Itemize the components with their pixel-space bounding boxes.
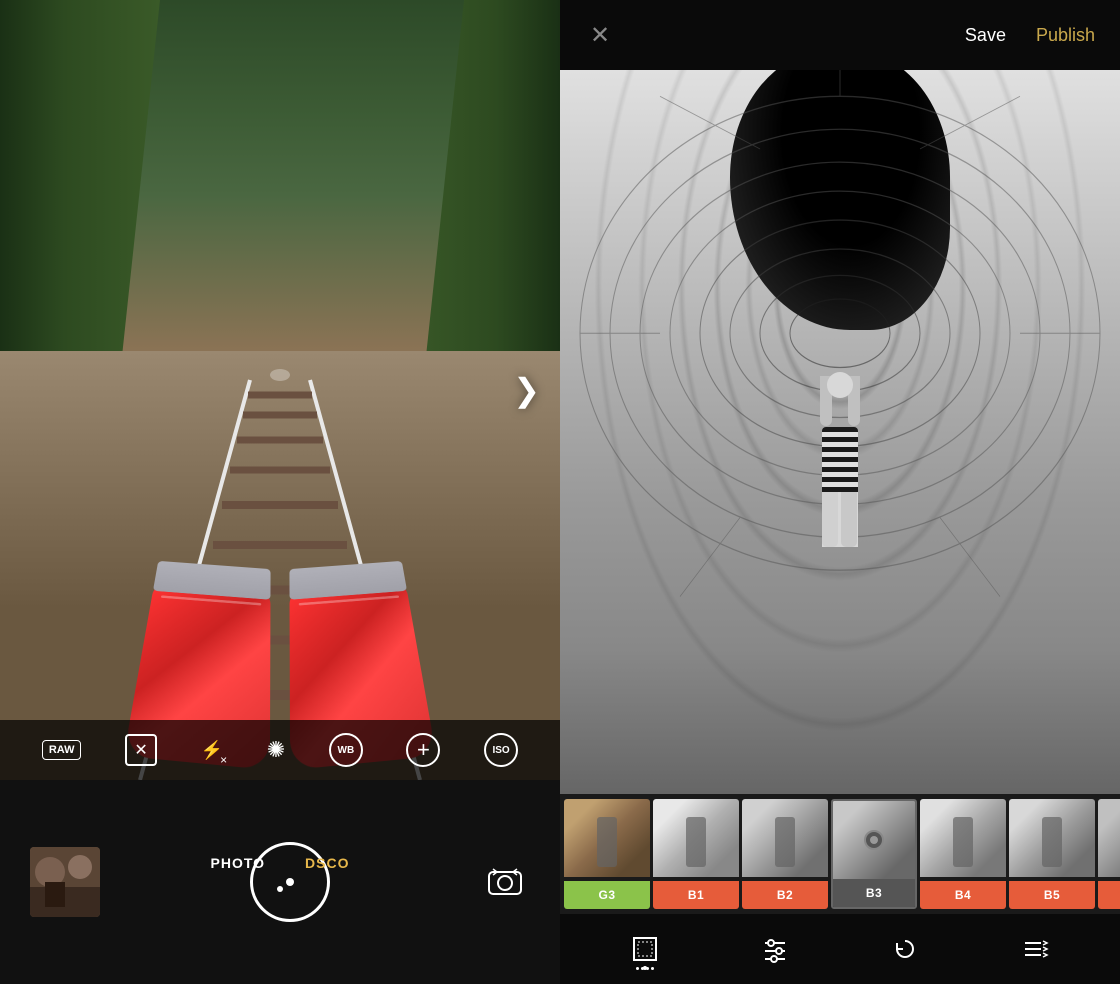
filter-strip: G3 B1 B2 B3 [560,794,1120,914]
sliders-icon [761,935,789,963]
filter-b6-label: B6 [1098,881,1120,909]
save-button[interactable]: Save [965,25,1006,46]
frame-dots [636,967,654,970]
figure-striped-top [822,427,858,492]
filter-b3[interactable]: B3 [831,799,917,909]
filter-b4-thumb [920,799,1006,877]
filter-b1-figure [686,817,706,867]
sun-rays-icon: ✺ [267,737,285,763]
filter-b5-label: B5 [1009,881,1095,909]
filter-b2-label: B2 [742,881,828,909]
raw-button[interactable]: RAW [42,740,82,760]
filter-g3[interactable]: G3 [564,799,650,909]
filter-b6-thumb [1098,799,1120,877]
editor-image-area [560,70,1120,794]
filter-b5-figure [1042,817,1062,867]
figure-legs [822,492,858,547]
presets-tool-button[interactable] [1010,924,1060,974]
filter-b4[interactable]: B4 [920,799,1006,909]
filter-g3-label: G3 [564,881,650,909]
filter-b2-figure [775,817,795,867]
presets-icon [1021,935,1049,963]
edited-photo [560,70,1120,794]
filter-b4-label: B4 [920,881,1006,909]
camera-panel: ❯ RAW ✕ ⚡ ✺ WB + ISO [0,0,560,984]
camera-viewfinder: ❯ RAW ✕ ⚡ ✺ WB + ISO [0,0,560,780]
filter-b5[interactable]: B5 [1009,799,1095,909]
shutter-indicator [286,878,294,886]
camera-scene [0,0,560,780]
filter-b1-thumb [653,799,739,877]
dsco-mode-button[interactable]: DSCO [305,855,349,871]
selected-indicator [864,830,884,850]
iso-button[interactable]: ISO [484,733,518,767]
figure-head [827,372,853,398]
figure-left-leg [822,492,838,547]
filter-b3-label: B3 [833,879,915,907]
figure-girl [800,372,880,572]
editor-header: ✕ Save Publish [560,0,1120,70]
figure-head-area [824,372,856,432]
filter-b3-thumb [833,801,915,879]
camera-bottom-bar [0,780,560,984]
filter-b5-thumb [1009,799,1095,877]
frame-icon [631,935,659,963]
white-balance-button[interactable]: WB [329,733,363,767]
mode-dot-indicator [277,886,283,892]
exposure-button[interactable]: ✺ [267,737,285,763]
header-actions: Save Publish [965,25,1095,46]
filter-b6[interactable]: B6 [1098,799,1120,909]
cancel-capture-button[interactable]: ✕ [125,734,157,766]
filter-b1[interactable]: B1 [653,799,739,909]
adjust-tool-button[interactable] [750,924,800,974]
editor-toolbar [560,914,1120,984]
publish-button[interactable]: Publish [1036,25,1095,46]
filter-g3-figure [597,817,617,867]
mode-selector: PHOTO DSCO [0,847,560,879]
filter-b4-figure [953,817,973,867]
flash-button[interactable]: ⚡ [201,740,223,761]
frame-tool-button[interactable] [620,924,670,974]
next-arrow[interactable]: ❯ [513,371,540,409]
history-tool-button[interactable] [880,924,930,974]
figure-right-leg [841,492,857,547]
close-button[interactable]: ✕ [585,20,615,50]
filter-b2-thumb [742,799,828,877]
camera-controls-bar: RAW ✕ ⚡ ✺ WB + ISO [0,720,560,780]
photo-mode-button[interactable]: PHOTO [211,855,266,871]
filter-g3-thumb [564,799,650,877]
editor-panel: ✕ Save Publish [560,0,1120,984]
filter-b1-label: B1 [653,881,739,909]
add-button[interactable]: + [406,733,440,767]
history-icon [891,935,919,963]
filter-b2[interactable]: B2 [742,799,828,909]
